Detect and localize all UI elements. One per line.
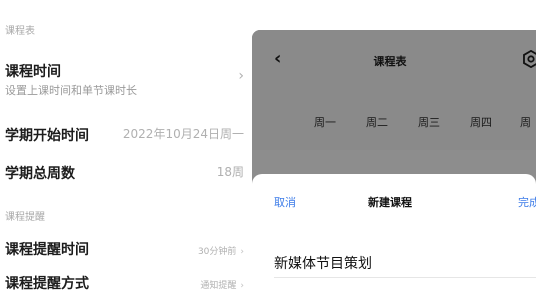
chevron-right-icon: › bbox=[238, 68, 244, 84]
class-time-title: 课程时间 bbox=[5, 64, 61, 80]
chevron-right-icon: › bbox=[240, 281, 244, 291]
done-button[interactable]: 完成 bbox=[518, 194, 536, 210]
reminder-time-value-text: 30分钟前 bbox=[197, 247, 237, 257]
chevron-right-icon: › bbox=[240, 247, 244, 257]
section-label-course: 课程表 bbox=[5, 26, 35, 37]
input-divider bbox=[274, 277, 536, 278]
weekday-thu: 周四 bbox=[470, 116, 492, 129]
class-time-subtitle: 设置上课时间和单节课时长 bbox=[5, 84, 137, 97]
class-time-row[interactable]: 课程时间 设置上课时间和单节课时长 › bbox=[0, 58, 252, 104]
reminder-time-row[interactable]: 课程提醒时间 30分钟前 › bbox=[0, 236, 252, 260]
new-course-sheet: 取消 新建课程 完成 bbox=[252, 174, 536, 291]
weekday-mon: 周一 bbox=[314, 116, 336, 129]
weekday-tue: 周二 bbox=[366, 116, 388, 129]
term-start-title: 学期开始时间 bbox=[5, 128, 89, 144]
reminder-method-value-text: 通知提醒 bbox=[200, 281, 237, 291]
reminder-method-value: 通知提醒 › bbox=[200, 278, 244, 291]
gear-icon[interactable] bbox=[522, 50, 536, 68]
sheet-title: 新建课程 bbox=[368, 196, 412, 209]
term-weeks-row[interactable]: 学期总周数 18周 bbox=[0, 160, 252, 184]
settings-panel: 课程表 课程时间 设置上课时间和单节课时长 › 学期开始时间 2022年10月2… bbox=[0, 0, 252, 291]
phone-header: ‹ 课程表 周一 周二 周三 周四 周 bbox=[252, 30, 536, 150]
course-name-input[interactable] bbox=[274, 251, 536, 275]
term-start-row[interactable]: 学期开始时间 2022年10月24日周一 bbox=[0, 122, 252, 146]
phone-preview: ‹ 课程表 周一 周二 周三 周四 周 取消 新建课程 完成 bbox=[252, 30, 536, 291]
weekday-wed: 周三 bbox=[418, 116, 440, 129]
term-start-value: 2022年10月24日周一 bbox=[122, 127, 244, 141]
reminder-method-row[interactable]: 课程提醒方式 通知提醒 › bbox=[0, 272, 252, 291]
weekday-fri: 周 bbox=[520, 116, 531, 129]
section-label-reminder: 课程提醒 bbox=[5, 212, 45, 223]
term-weeks-title: 学期总周数 bbox=[5, 166, 75, 182]
phone-title: 课程表 bbox=[373, 55, 407, 68]
reminder-method-title: 课程提醒方式 bbox=[5, 276, 89, 291]
reminder-time-value: 30分钟前 › bbox=[198, 244, 244, 257]
term-weeks-value: 18周 bbox=[216, 165, 244, 179]
reminder-time-title: 课程提醒时间 bbox=[5, 242, 89, 258]
